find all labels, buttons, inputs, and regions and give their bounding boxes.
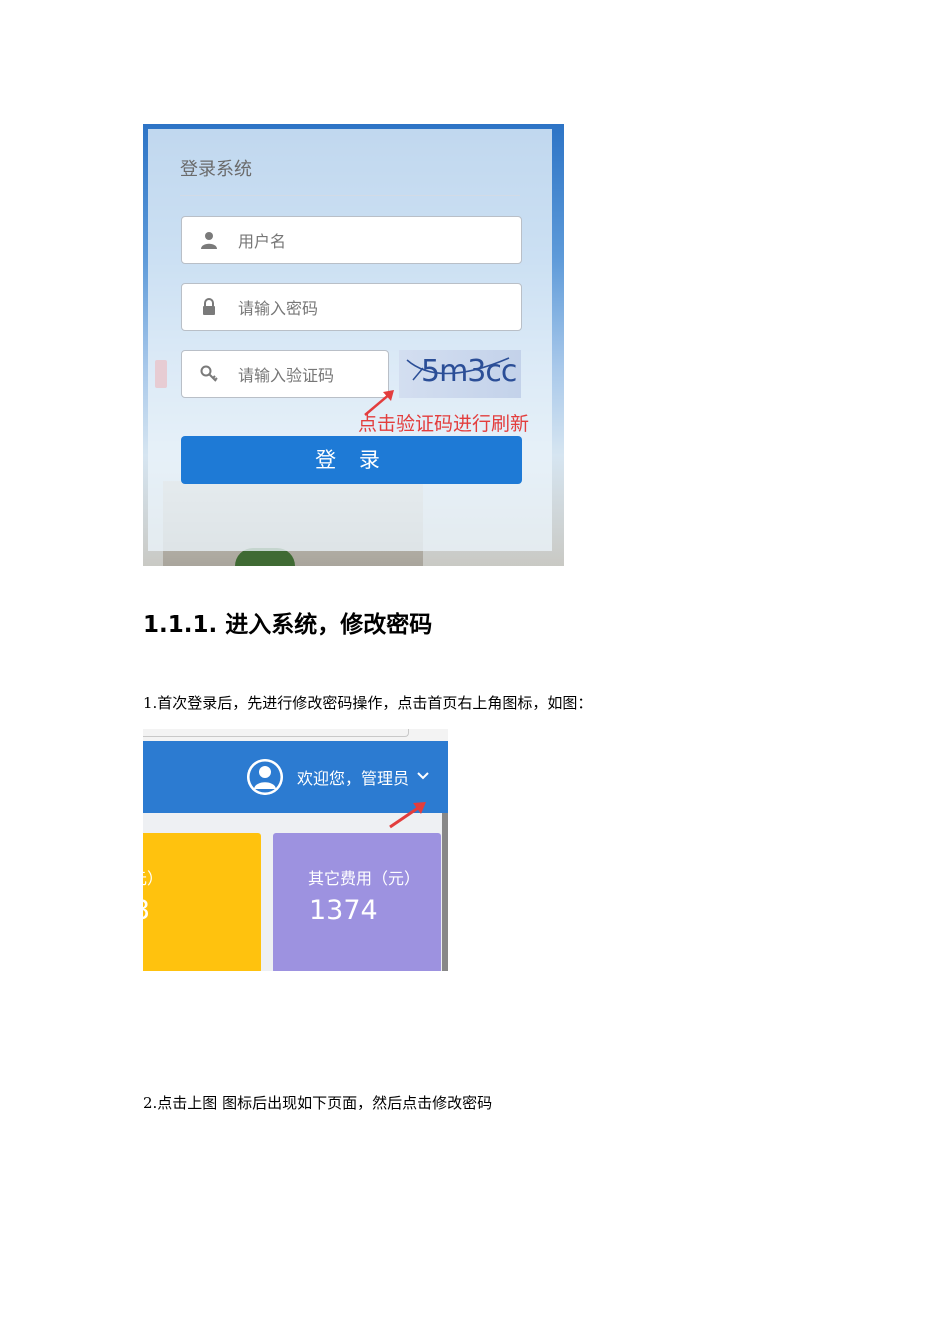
password-placeholder: 请输入密码 [238, 299, 319, 318]
step-2-text: 2.点击上图 图标后出现如下页面，然后点击修改密码 [143, 1094, 493, 1112]
stat-card-other-fees: 其它费用（元） 1374 [273, 833, 441, 971]
login-title: 登录系统 [180, 159, 252, 180]
browser-tab-edge [143, 729, 409, 737]
login-button[interactable]: 登 录 [181, 436, 522, 484]
user-icon [201, 232, 217, 249]
username-field[interactable]: 用户名 [181, 216, 522, 264]
avatar-icon[interactable] [247, 759, 283, 795]
password-field[interactable]: 请输入密码 [181, 283, 522, 331]
chevron-down-icon[interactable] [417, 771, 429, 781]
login-screenshot: 登录系统 用户名 请输入密码 请输入验证码 5m3cc 点击验证码进行刷新 登 … [143, 124, 564, 566]
captcha-text: 5m3cc [421, 354, 517, 389]
captcha-placeholder: 请输入验证码 [238, 366, 335, 385]
key-icon [200, 365, 218, 382]
login-panel: 登录系统 用户名 请输入密码 请输入验证码 5m3cc 点击验证码进行刷新 登 … [148, 129, 552, 551]
step-1-text: 1.首次登录后，先进行修改密码操作，点击首页右上角图标，如图： [143, 694, 593, 712]
stat-card-label: 元） [143, 869, 164, 888]
stat-card-yellow: 元） 3 [143, 833, 261, 971]
arrow-icon [389, 802, 426, 829]
login-divider [180, 195, 520, 196]
browser-strip [143, 729, 448, 741]
dashboard-screenshot: 欢迎您，管理员 元） 3 其它费用（元） 1374 [143, 729, 448, 971]
username-placeholder: 用户名 [238, 232, 287, 251]
section-heading: 1.1.1. 进入系统，修改密码 [143, 612, 433, 638]
scrollbar[interactable] [442, 813, 448, 971]
lock-icon [203, 298, 215, 315]
stat-card-label: 其它费用（元） [308, 869, 421, 888]
stat-card-value: 3 [143, 895, 150, 926]
captcha-refresh-annotation: 点击验证码进行刷新 [358, 413, 530, 435]
stat-card-value: 1374 [309, 895, 378, 926]
captcha-field[interactable]: 请输入验证码 [181, 350, 389, 398]
captcha-image[interactable]: 5m3cc [399, 350, 521, 398]
dashboard-header: 欢迎您，管理员 [143, 741, 448, 829]
welcome-user-menu[interactable]: 欢迎您，管理员 [297, 765, 409, 789]
